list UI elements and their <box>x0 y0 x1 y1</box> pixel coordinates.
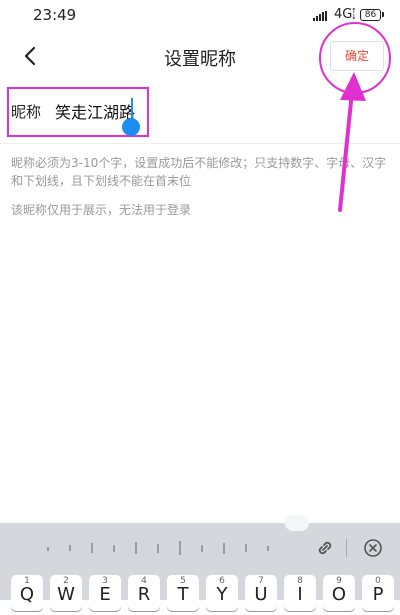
key-letter-label: U <box>254 584 268 605</box>
signal-icon <box>313 11 327 21</box>
key-number-label: 2 <box>63 576 69 586</box>
key-p[interactable]: 0P <box>362 575 394 611</box>
key-letter-label: W <box>57 584 75 605</box>
voice-wave-icon <box>47 541 269 555</box>
close-circle-icon[interactable] <box>363 538 383 558</box>
data-arrows-icon: ↑ ↓ <box>351 7 357 21</box>
key-q[interactable]: 1Q <box>11 575 43 611</box>
key-number-label: 9 <box>336 576 342 586</box>
nickname-input[interactable]: 笑走江湖路 <box>55 99 135 123</box>
keyboard-toolbar-divider <box>346 539 347 557</box>
key-letter-label: Q <box>19 584 35 605</box>
key-r[interactable]: 4R <box>128 575 160 611</box>
key-letter-label: T <box>177 584 189 605</box>
key-letter-label: R <box>137 584 151 605</box>
key-number-label: 5 <box>180 576 186 586</box>
key-t[interactable]: 5T <box>167 575 199 611</box>
status-bar: 23:49 4G ↑ ↓ 86 <box>0 0 400 30</box>
divider <box>0 143 400 144</box>
key-o[interactable]: 9O <box>323 575 355 611</box>
battery-tip <box>382 12 384 17</box>
cursor-handle[interactable] <box>122 118 140 136</box>
key-number-label: 6 <box>219 576 225 586</box>
key-y[interactable]: 6Y <box>206 575 238 611</box>
key-i[interactable]: 8I <box>284 575 316 611</box>
key-number-label: 8 <box>297 576 303 586</box>
key-u[interactable]: 7U <box>245 575 277 611</box>
nickname-display-hint: 该昵称仅用于展示，无法用于登录 <box>11 203 192 217</box>
key-number-label: 4 <box>141 576 147 586</box>
key-w[interactable]: 2W <box>50 575 82 611</box>
key-letter-label: P <box>372 584 384 605</box>
key-number-label: 7 <box>258 576 264 586</box>
keyboard: 1Q2W3E4R5T6Y7U8I9O0P <box>0 515 400 611</box>
key-number-label: 3 <box>102 576 108 586</box>
key-letter-label: I <box>297 584 303 605</box>
nav-bar: 设置昵称 确定 <box>0 22 400 94</box>
nickname-rules-hint: 昵称必须为3-10个字，设置成功后不能修改；只支持数字、字母、汉字和下划线，且下… <box>11 156 387 188</box>
key-letter-label: Y <box>216 584 228 605</box>
status-time: 23:49 <box>33 6 77 24</box>
confirm-button[interactable]: 确定 <box>330 41 384 71</box>
network-label: 4G <box>334 7 353 22</box>
key-number-label: 0 <box>375 576 381 586</box>
nickname-label: 昵称 <box>11 103 42 121</box>
battery-icon: 86 <box>360 9 381 21</box>
key-letter-label: E <box>99 584 111 605</box>
link-icon[interactable] <box>314 537 336 559</box>
keyboard-collapse-handle[interactable] <box>285 515 309 531</box>
key-e[interactable]: 3E <box>89 575 121 611</box>
text-cursor <box>131 98 133 118</box>
key-letter-label: O <box>331 584 347 605</box>
key-number-label: 1 <box>24 576 30 586</box>
